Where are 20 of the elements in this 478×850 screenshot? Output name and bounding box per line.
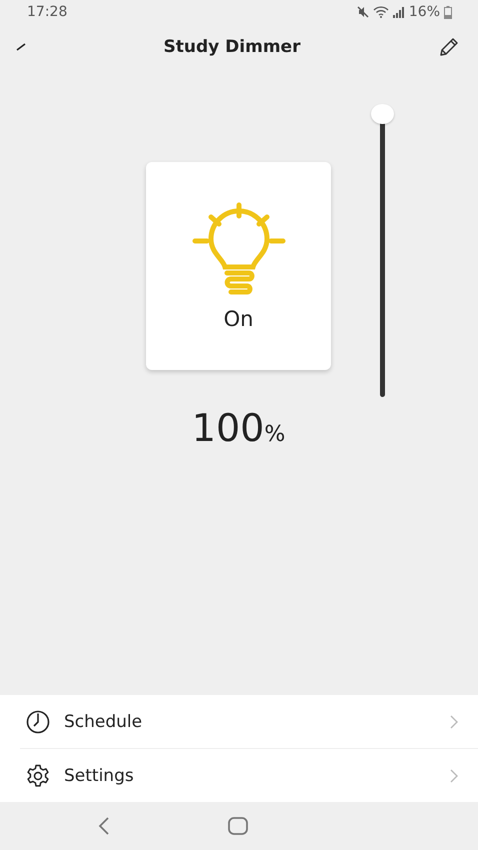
state-label: On — [224, 307, 254, 331]
menu-item[interactable]: Settings — [20, 748, 478, 802]
edit-icon[interactable] — [438, 36, 460, 58]
chevron-icon — [450, 768, 458, 782]
status-time: 17:28 — [27, 4, 68, 20]
battery-icon — [444, 6, 452, 18]
battery-percent: 16% — [408, 4, 440, 20]
signal-icon — [392, 6, 405, 18]
brightness-value: 100 — [192, 406, 264, 450]
percent-unit: % — [264, 422, 286, 447]
back-nav-icon[interactable] — [98, 817, 110, 835]
light-toggle-card[interactable]: On — [146, 162, 331, 370]
menu-item[interactable]: Schedule — [20, 695, 478, 748]
wifi-icon — [372, 6, 389, 18]
settings-icon — [26, 764, 50, 788]
chevron-icon — [450, 714, 458, 728]
home-nav-icon[interactable] — [228, 817, 248, 835]
clock-icon — [26, 710, 50, 734]
device-title: Study Dimmer — [164, 37, 300, 57]
mute-icon — [356, 6, 369, 18]
